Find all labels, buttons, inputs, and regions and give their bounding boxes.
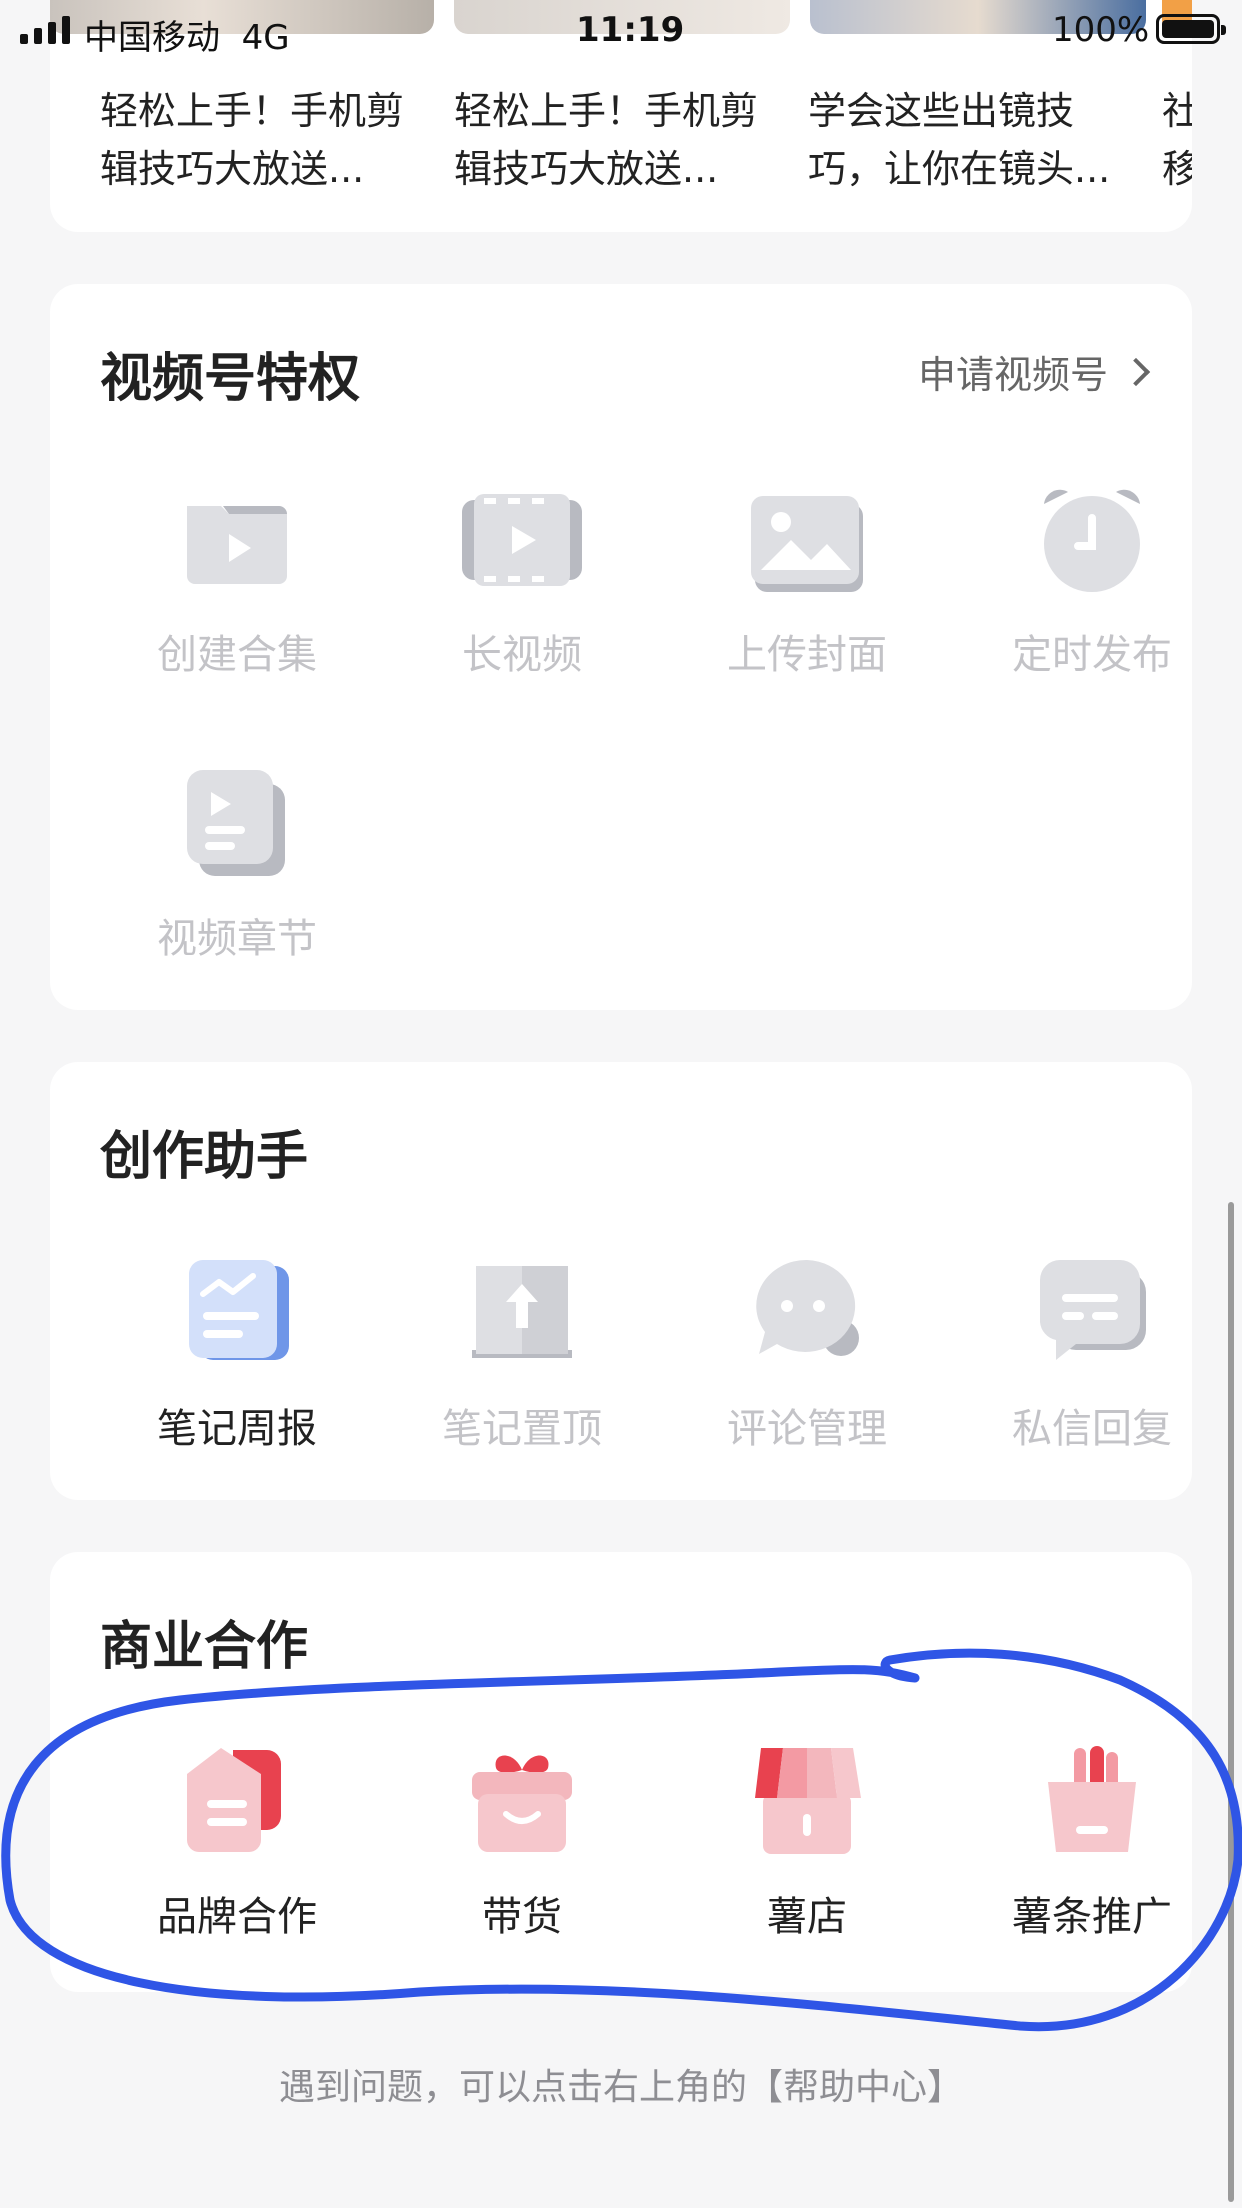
business-cooperation-card: 商业合作 品牌合作 带货 薯店 薯条推广 — [50, 1552, 1192, 1992]
pin-to-top-icon — [462, 1254, 582, 1374]
assistant-comment-management[interactable]: 评论管理 — [665, 1254, 949, 1454]
business-sell-goods[interactable]: 带货 — [380, 1742, 664, 1942]
business-shop[interactable]: 薯店 — [665, 1742, 949, 1942]
creation-assistant-card: 创作助手 笔记周报 笔记置顶 评论管理 私信回复 — [50, 1062, 1192, 1500]
video-title[interactable]: 轻松上手！手机剪 辑技巧大放送... — [100, 82, 430, 198]
privilege-scheduled-publish[interactable]: 定时发布 — [950, 480, 1234, 680]
assistant-label: 评论管理 — [727, 1406, 887, 1452]
apply-video-account-link[interactable]: 申请视频号 — [917, 344, 1151, 399]
assistant-pin-note[interactable]: 笔记置顶 — [380, 1254, 664, 1454]
weekly-report-icon — [177, 1254, 297, 1374]
battery-percentage: 100% — [1052, 10, 1150, 50]
section-title: 商业合作 — [100, 1617, 309, 1677]
assistant-label: 笔记置顶 — [442, 1406, 602, 1452]
carrier-label: 中国移动 4G — [84, 18, 290, 58]
scrollbar[interactable] — [1228, 1202, 1234, 2202]
section-title: 创作助手 — [100, 1127, 309, 1187]
business-label: 带货 — [482, 1894, 562, 1940]
business-label: 薯条推广 — [1012, 1894, 1172, 1940]
video-title[interactable]: 轻松上手！手机剪 辑技巧大放送... — [454, 82, 784, 198]
business-fries-promotion[interactable]: 薯条推广 — [950, 1742, 1234, 1942]
brand-tag-icon — [177, 1742, 297, 1862]
privilege-video-chapters[interactable]: 视频章节 — [95, 764, 379, 964]
video-title[interactable]: 社 移 — [1162, 82, 1192, 198]
privilege-label: 长视频 — [462, 632, 582, 678]
video-privilege-card: 视频号特权 申请视频号 创建合集 长视频 上传封面 定时发布 视频章节 — [50, 284, 1192, 1010]
message-icon — [1032, 1254, 1152, 1374]
section-title: 视频号特权 — [100, 349, 361, 409]
gift-box-icon — [462, 1742, 582, 1862]
business-brand-cooperation[interactable]: 品牌合作 — [95, 1742, 379, 1942]
video-chapter-icon — [177, 764, 297, 884]
assistant-label: 私信回复 — [1012, 1406, 1172, 1452]
shop-icon — [747, 1742, 867, 1862]
comment-icon — [747, 1254, 867, 1374]
film-icon — [462, 480, 582, 600]
folder-play-icon — [177, 480, 297, 600]
privilege-label: 创建合集 — [157, 632, 317, 678]
fries-icon — [1032, 1742, 1152, 1862]
apply-link-label: 申请视频号 — [917, 353, 1108, 397]
privilege-label: 定时发布 — [1012, 632, 1172, 678]
privilege-create-collection[interactable]: 创建合集 — [95, 480, 379, 680]
alarm-clock-icon — [1032, 480, 1152, 600]
clock: 11:19 — [576, 10, 685, 50]
image-icon — [747, 480, 867, 600]
business-label: 薯店 — [767, 1894, 847, 1940]
chevron-right-icon — [1121, 357, 1151, 386]
privilege-long-video[interactable]: 长视频 — [380, 480, 664, 680]
business-label: 品牌合作 — [157, 1894, 317, 1940]
assistant-weekly-report[interactable]: 笔记周报 — [95, 1254, 379, 1454]
help-center-tip: 遇到问题，可以点击右上角的【帮助中心】 — [278, 2067, 963, 2108]
video-title[interactable]: 学会这些出镜技 巧，让你在镜头... — [808, 82, 1138, 198]
signal-strength-icon — [20, 14, 70, 44]
privilege-label: 视频章节 — [157, 916, 317, 962]
assistant-label: 笔记周报 — [157, 1406, 317, 1452]
privilege-label: 上传封面 — [727, 632, 887, 678]
status-bar: 中国移动 4G 11:19 100% — [0, 0, 1242, 62]
assistant-message-reply[interactable]: 私信回复 — [950, 1254, 1234, 1454]
privilege-upload-cover[interactable]: 上传封面 — [665, 480, 949, 680]
battery-icon — [1156, 14, 1226, 44]
